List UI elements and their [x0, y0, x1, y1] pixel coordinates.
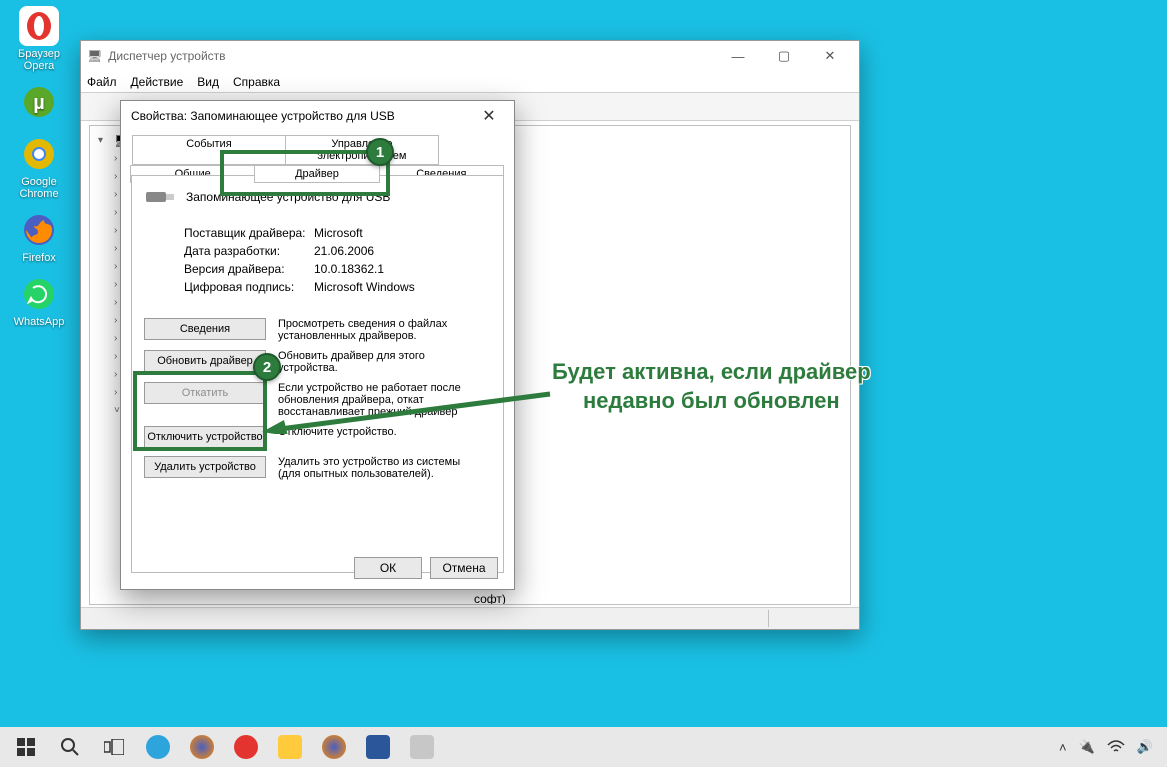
tray-battery-icon[interactable]: 🔌: [1079, 739, 1095, 755]
desktop-icon-label: Firefox: [22, 252, 56, 264]
info-row: Поставщик драйвера:Microsoft: [184, 226, 491, 240]
whatsapp-icon: [19, 274, 59, 314]
info-row: Дата разработки:21.06.2006: [184, 244, 491, 258]
desktop-icon-chrome[interactable]: Google Chrome: [6, 134, 72, 200]
disable-device-button[interactable]: Отключить устройство: [144, 426, 266, 448]
tab-driver[interactable]: Драйвер: [254, 165, 379, 183]
taskbar-app-devmgr[interactable]: [400, 727, 444, 767]
taskbar-app-word[interactable]: [356, 727, 400, 767]
chrome-icon: [19, 134, 59, 174]
statusbar: [81, 607, 859, 629]
system-tray: ˄ 🔌 🔊: [1059, 739, 1163, 756]
button-description: Просмотреть сведения о файлах установлен…: [278, 318, 478, 342]
info-row: Цифровая подпись:Microsoft Windows: [184, 280, 491, 294]
desktop-icon-firefox[interactable]: Firefox: [6, 210, 72, 264]
start-button[interactable]: [4, 727, 48, 767]
desktop-icon-label: WhatsApp: [14, 316, 65, 328]
tree-row-partial[interactable]: софт): [94, 590, 846, 605]
taskbar-app-firefox[interactable]: [180, 727, 224, 767]
maximize-button[interactable]: ▢: [761, 41, 807, 71]
desktop-icon-utorrent[interactable]: µ: [6, 82, 72, 124]
button-description: Удалить это устройство из системы (для о…: [278, 456, 478, 480]
desktop-icon-label: Google Chrome: [6, 176, 72, 200]
close-button[interactable]: ✕: [807, 41, 853, 71]
button-description: Обновить драйвер для этого устройства.: [278, 350, 478, 374]
rollback-button[interactable]: Откатить: [144, 382, 266, 404]
menu-view[interactable]: Вид: [197, 75, 219, 89]
desktop-icon-opera[interactable]: Браузер Opera: [6, 6, 72, 72]
annotation-badge-1: 1: [366, 138, 394, 166]
taskbar-app-opera[interactable]: [224, 727, 268, 767]
desktop-icon-label: Браузер Opera: [6, 48, 72, 72]
device-name: Запоминающее устройство для USB: [186, 190, 390, 204]
menu-action[interactable]: Действие: [131, 75, 184, 89]
tray-wifi-icon[interactable]: [1107, 739, 1125, 756]
menu-help[interactable]: Справка: [233, 75, 280, 89]
minimize-button[interactable]: —: [715, 41, 761, 71]
tabs: События Управление электропитанием Общие…: [131, 135, 504, 175]
info-row: Версия драйвера:10.0.18362.1: [184, 262, 491, 276]
window-icon: 🖥: [87, 49, 102, 63]
cancel-button[interactable]: Отмена: [430, 557, 498, 579]
tab-body: Запоминающее устройство для USB Поставщи…: [131, 175, 504, 573]
details-button[interactable]: Сведения: [144, 318, 266, 340]
opera-icon: [19, 6, 59, 46]
utorrent-icon: µ: [19, 82, 59, 122]
taskbar-app-telegram[interactable]: [136, 727, 180, 767]
update-driver-button[interactable]: Обновить драйвер: [144, 350, 266, 372]
tab-power[interactable]: Управление электропитанием: [285, 135, 439, 165]
firefox-icon: [19, 210, 59, 250]
taskbar-app-firefox2[interactable]: [312, 727, 356, 767]
annotation-arrow: [260, 384, 560, 434]
search-button[interactable]: [48, 727, 92, 767]
dialog-titlebar[interactable]: Свойства: Запоминающее устройство для US…: [121, 101, 514, 131]
ok-button[interactable]: ОК: [354, 557, 422, 579]
uninstall-device-button[interactable]: Удалить устройство: [144, 456, 266, 478]
task-view-button[interactable]: [92, 727, 136, 767]
tray-volume-icon[interactable]: 🔊: [1137, 739, 1153, 755]
taskbar-app-explorer[interactable]: [268, 727, 312, 767]
usb-device-icon: [144, 186, 176, 208]
desktop-icons: Браузер Opera µ Google Chrome Firefox Wh…: [6, 6, 72, 328]
dialog-title: Свойства: Запоминающее устройство для US…: [131, 109, 474, 123]
tab-events[interactable]: События: [132, 135, 286, 165]
titlebar[interactable]: 🖥 Диспетчер устройств — ▢ ✕: [81, 41, 859, 71]
tray-chevron-icon[interactable]: ˄: [1059, 740, 1067, 755]
menubar: Файл Действие Вид Справка: [81, 71, 859, 93]
taskbar: ˄ 🔌 🔊: [0, 727, 1167, 767]
desktop-icon-whatsapp[interactable]: WhatsApp: [6, 274, 72, 328]
dialog-close-button[interactable]: ✕: [474, 106, 504, 126]
svg-text:µ: µ: [33, 92, 45, 114]
properties-dialog: Свойства: Запоминающее устройство для US…: [120, 100, 515, 590]
menu-file[interactable]: Файл: [87, 75, 117, 89]
window-title: Диспетчер устройств: [108, 49, 715, 63]
annotation-badge-2: 2: [253, 353, 281, 381]
annotation-text: Будет активна, если драйвер недавно был …: [552, 358, 871, 415]
